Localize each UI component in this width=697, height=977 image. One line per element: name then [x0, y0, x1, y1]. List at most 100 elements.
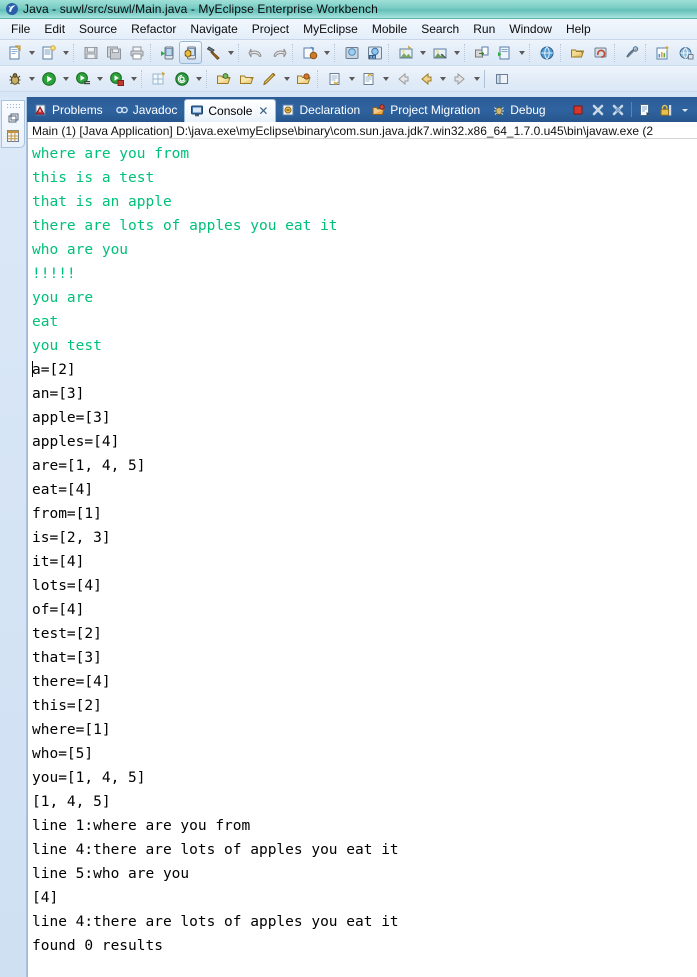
open-perspective-icon[interactable]: [490, 67, 513, 90]
chevron-down-icon[interactable]: [321, 42, 332, 63]
menu-navigate[interactable]: Navigate: [183, 20, 244, 38]
globe-icon[interactable]: [535, 41, 558, 64]
console-line-text: eat=[4]: [32, 482, 94, 498]
close-icon[interactable]: ✕: [258, 104, 268, 118]
console-content[interactable]: Main (1) [Java Application] D:\java.exe\…: [27, 122, 697, 977]
redo-icon[interactable]: [267, 41, 290, 64]
run-icon[interactable]: [37, 67, 60, 90]
remove-launch-icon[interactable]: [588, 100, 608, 120]
console-line-text: line 4:there are lots of apples you eat …: [32, 914, 399, 930]
chevron-down-icon[interactable]: [60, 68, 71, 89]
menu-project[interactable]: Project: [245, 20, 296, 38]
new-report-icon[interactable]: [651, 41, 674, 64]
new-image-icon[interactable]: [394, 41, 417, 64]
world-wizard-icon[interactable]: [674, 41, 697, 64]
print-icon[interactable]: [125, 41, 148, 64]
debug-bug-icon[interactable]: [3, 67, 26, 90]
undo-icon[interactable]: [244, 41, 267, 64]
eclipse-java-icon: [5, 2, 19, 16]
open-folder-icon[interactable]: [235, 67, 258, 90]
export-icon[interactable]: [470, 41, 493, 64]
menu-search[interactable]: Search: [414, 20, 466, 38]
previous-annotation-icon[interactable]: [357, 67, 380, 90]
menu-help[interactable]: Help: [559, 20, 598, 38]
open-resource-icon[interactable]: [292, 67, 315, 90]
chevron-down-icon[interactable]: [346, 68, 357, 89]
chevron-down-icon[interactable]: [26, 42, 37, 63]
console-line: this=[2]: [32, 694, 697, 718]
tab-project-migration[interactable]: Project Migration: [367, 97, 487, 122]
run-report-icon[interactable]: [493, 41, 516, 64]
server-icon[interactable]: [340, 41, 363, 64]
chevron-down-icon[interactable]: [471, 68, 482, 89]
open-browser-icon[interactable]: [566, 41, 589, 64]
new-wizard-icon[interactable]: [37, 41, 60, 64]
console-line-text: [4]: [32, 890, 59, 906]
console-line-text: you test: [32, 338, 102, 354]
tab-debug[interactable]: Debug: [487, 97, 552, 122]
save-all-icon[interactable]: [102, 41, 125, 64]
menu-file[interactable]: File: [4, 20, 37, 38]
chevron-down-icon[interactable]: [380, 68, 391, 89]
run-configurations-icon[interactable]: [71, 67, 94, 90]
console-output[interactable]: where are you from this is a test that is …: [28, 139, 697, 977]
forward-icon[interactable]: [448, 67, 471, 90]
chevron-down-icon[interactable]: [60, 42, 71, 63]
debug-on-device-icon[interactable]: [179, 41, 202, 64]
problems-icon: [34, 103, 48, 117]
chevron-down-icon[interactable]: [128, 68, 139, 89]
chevron-down-icon[interactable]: [451, 42, 462, 63]
menu-run[interactable]: Run: [466, 20, 502, 38]
build-hammer-icon[interactable]: [202, 41, 225, 64]
chevron-down-icon[interactable]: [437, 68, 448, 89]
refresh-browser-icon[interactable]: [589, 41, 612, 64]
tab-declaration[interactable]: Declaration: [276, 97, 367, 122]
menu-refactor[interactable]: Refactor: [124, 20, 183, 38]
menu-mobile[interactable]: Mobile: [365, 20, 414, 38]
quick-fix-icon[interactable]: [258, 67, 281, 90]
view-menu-icon[interactable]: [675, 100, 695, 120]
terminate-icon[interactable]: [568, 100, 588, 120]
chevron-down-icon[interactable]: [417, 42, 428, 63]
open-type-icon[interactable]: [212, 67, 235, 90]
scroll-lock-icon[interactable]: [655, 100, 675, 120]
deploy-icon[interactable]: [298, 41, 321, 64]
display-selected-console-icon[interactable]: [635, 100, 655, 120]
tab-console[interactable]: Console ✕: [184, 99, 277, 122]
console-line-text: eat: [32, 314, 59, 330]
toggle-link-icon[interactable]: [620, 41, 643, 64]
back-icon[interactable]: [391, 67, 414, 90]
chevron-down-icon[interactable]: [516, 42, 527, 63]
menu-window[interactable]: Window: [502, 20, 559, 38]
toolbar-separator: [388, 43, 392, 62]
html-30-icon[interactable]: 3.0: [363, 41, 386, 64]
project-migration-icon: [372, 103, 386, 117]
grid-view-icon[interactable]: [4, 127, 22, 144]
chevron-down-icon[interactable]: [225, 42, 236, 63]
console-line-text: line 5:who are you: [32, 866, 190, 882]
chevron-down-icon[interactable]: [94, 68, 105, 89]
back-history-icon[interactable]: [414, 67, 437, 90]
new-file-icon[interactable]: [3, 41, 26, 64]
restore-view-icon[interactable]: [4, 110, 22, 127]
open-image-icon[interactable]: [428, 41, 451, 64]
menu-source[interactable]: Source: [72, 20, 124, 38]
new-annotation-icon[interactable]: [170, 67, 193, 90]
save-icon[interactable]: [79, 41, 102, 64]
menu-myeclipse[interactable]: MyEclipse: [296, 20, 365, 38]
next-annotation-icon[interactable]: [323, 67, 346, 90]
profile-icon[interactable]: [105, 67, 128, 90]
chevron-down-icon[interactable]: [26, 68, 37, 89]
console-line-text: who are you: [32, 242, 129, 258]
window-title: Java - suwl/src/suwl/Main.java - MyEclip…: [23, 2, 378, 16]
chevron-down-icon[interactable]: [193, 68, 204, 89]
menu-edit[interactable]: Edit: [37, 20, 72, 38]
chevron-down-icon[interactable]: [281, 68, 292, 89]
remove-all-terminated-icon[interactable]: [608, 100, 628, 120]
tab-javadoc[interactable]: Javadoc: [110, 97, 185, 122]
run-on-device-icon[interactable]: [156, 41, 179, 64]
drag-grip[interactable]: [6, 103, 20, 108]
tab-problems[interactable]: Problems: [29, 97, 110, 122]
console-line: eat=[4]: [32, 478, 697, 502]
new-java-class-icon[interactable]: [147, 67, 170, 90]
